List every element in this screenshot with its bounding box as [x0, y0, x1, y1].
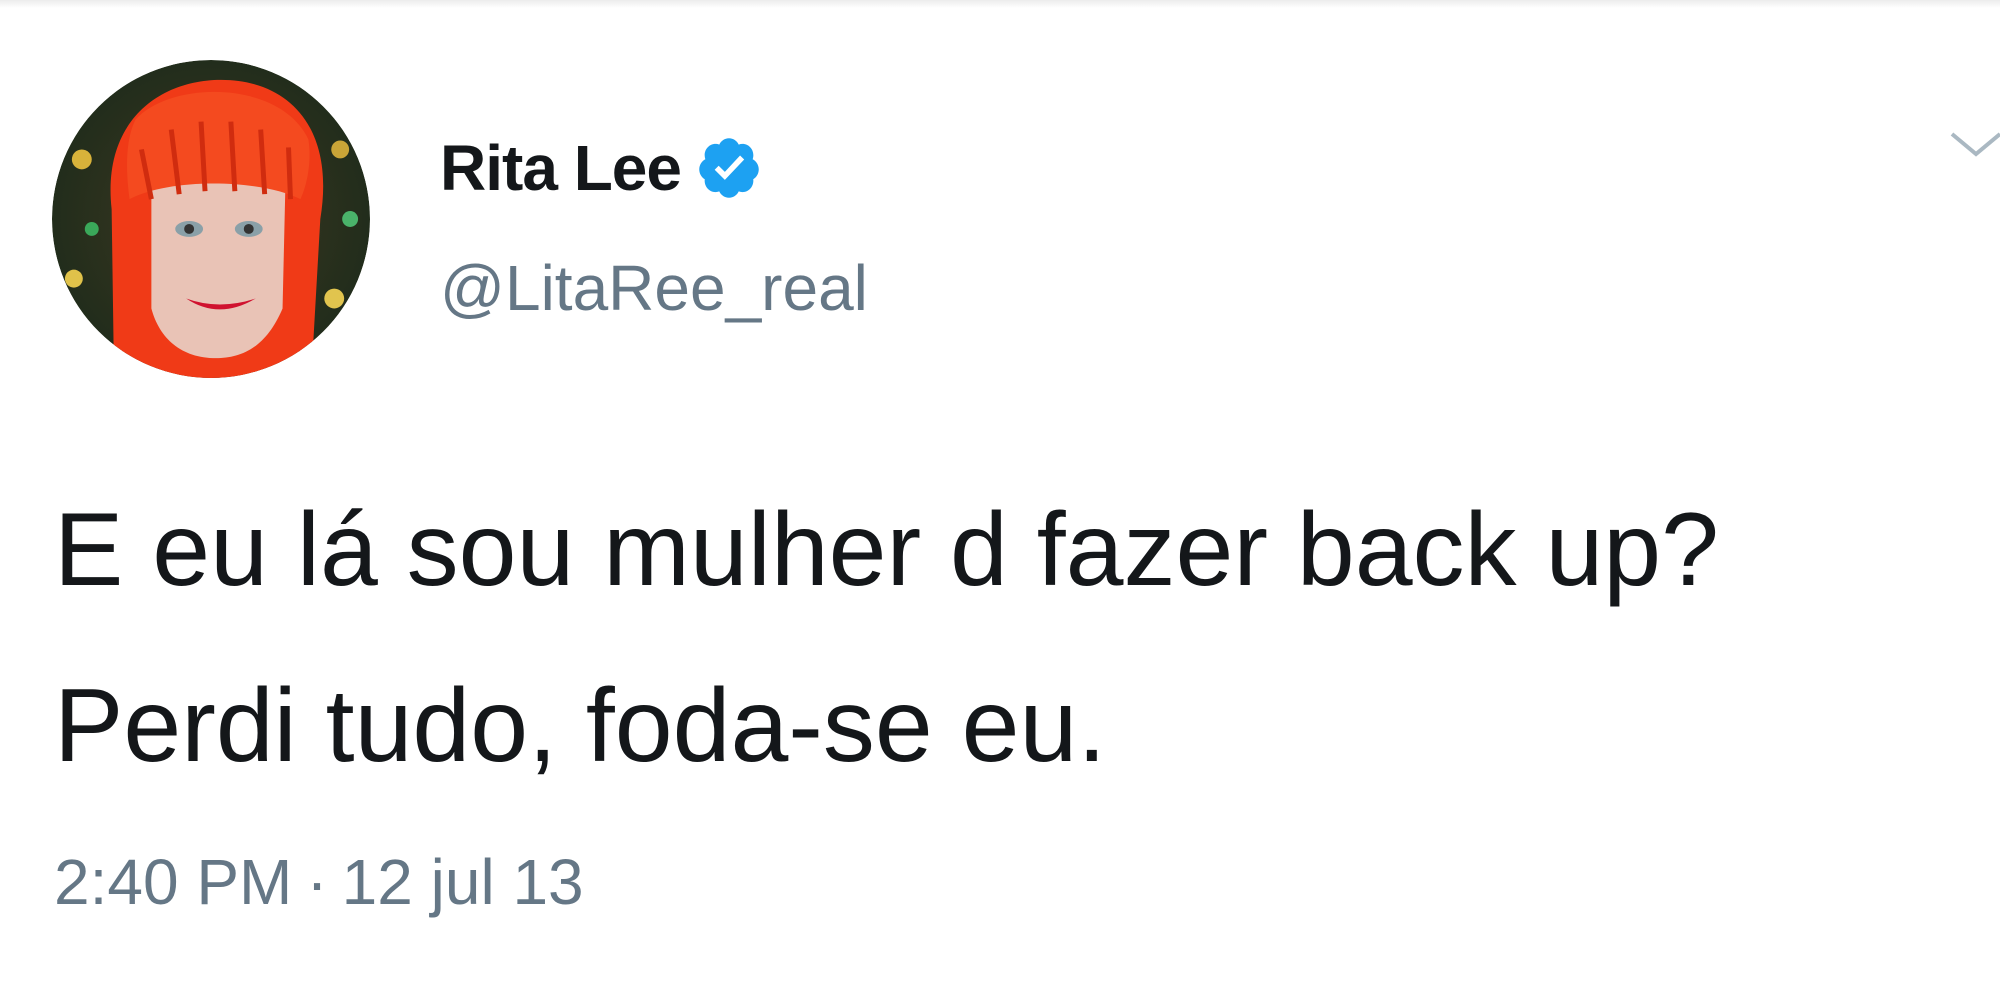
avatar[interactable]	[52, 60, 370, 378]
tweet-timestamp[interactable]: 2:40 PM · 12 jul 13	[54, 842, 584, 922]
author-handle[interactable]: @LitaRee_real	[440, 248, 868, 328]
display-name[interactable]: Rita Lee	[440, 131, 682, 205]
verified-badge-icon	[695, 134, 763, 202]
tweet-card: Rita Lee @LitaRee_real E eu lá sou mulhe…	[0, 0, 2000, 1000]
tweet-date: 12 jul 13	[341, 846, 584, 918]
top-divider	[0, 0, 2000, 8]
author-name-row: Rita Lee	[440, 128, 763, 208]
chevron-down-icon[interactable]	[1950, 120, 2000, 170]
tweet-time: 2:40 PM	[54, 846, 293, 918]
avatar-image	[52, 60, 370, 378]
meta-separator: ·	[306, 846, 328, 918]
tweet-text: E eu lá sou mulher d fazer back up? Perd…	[54, 492, 1748, 784]
